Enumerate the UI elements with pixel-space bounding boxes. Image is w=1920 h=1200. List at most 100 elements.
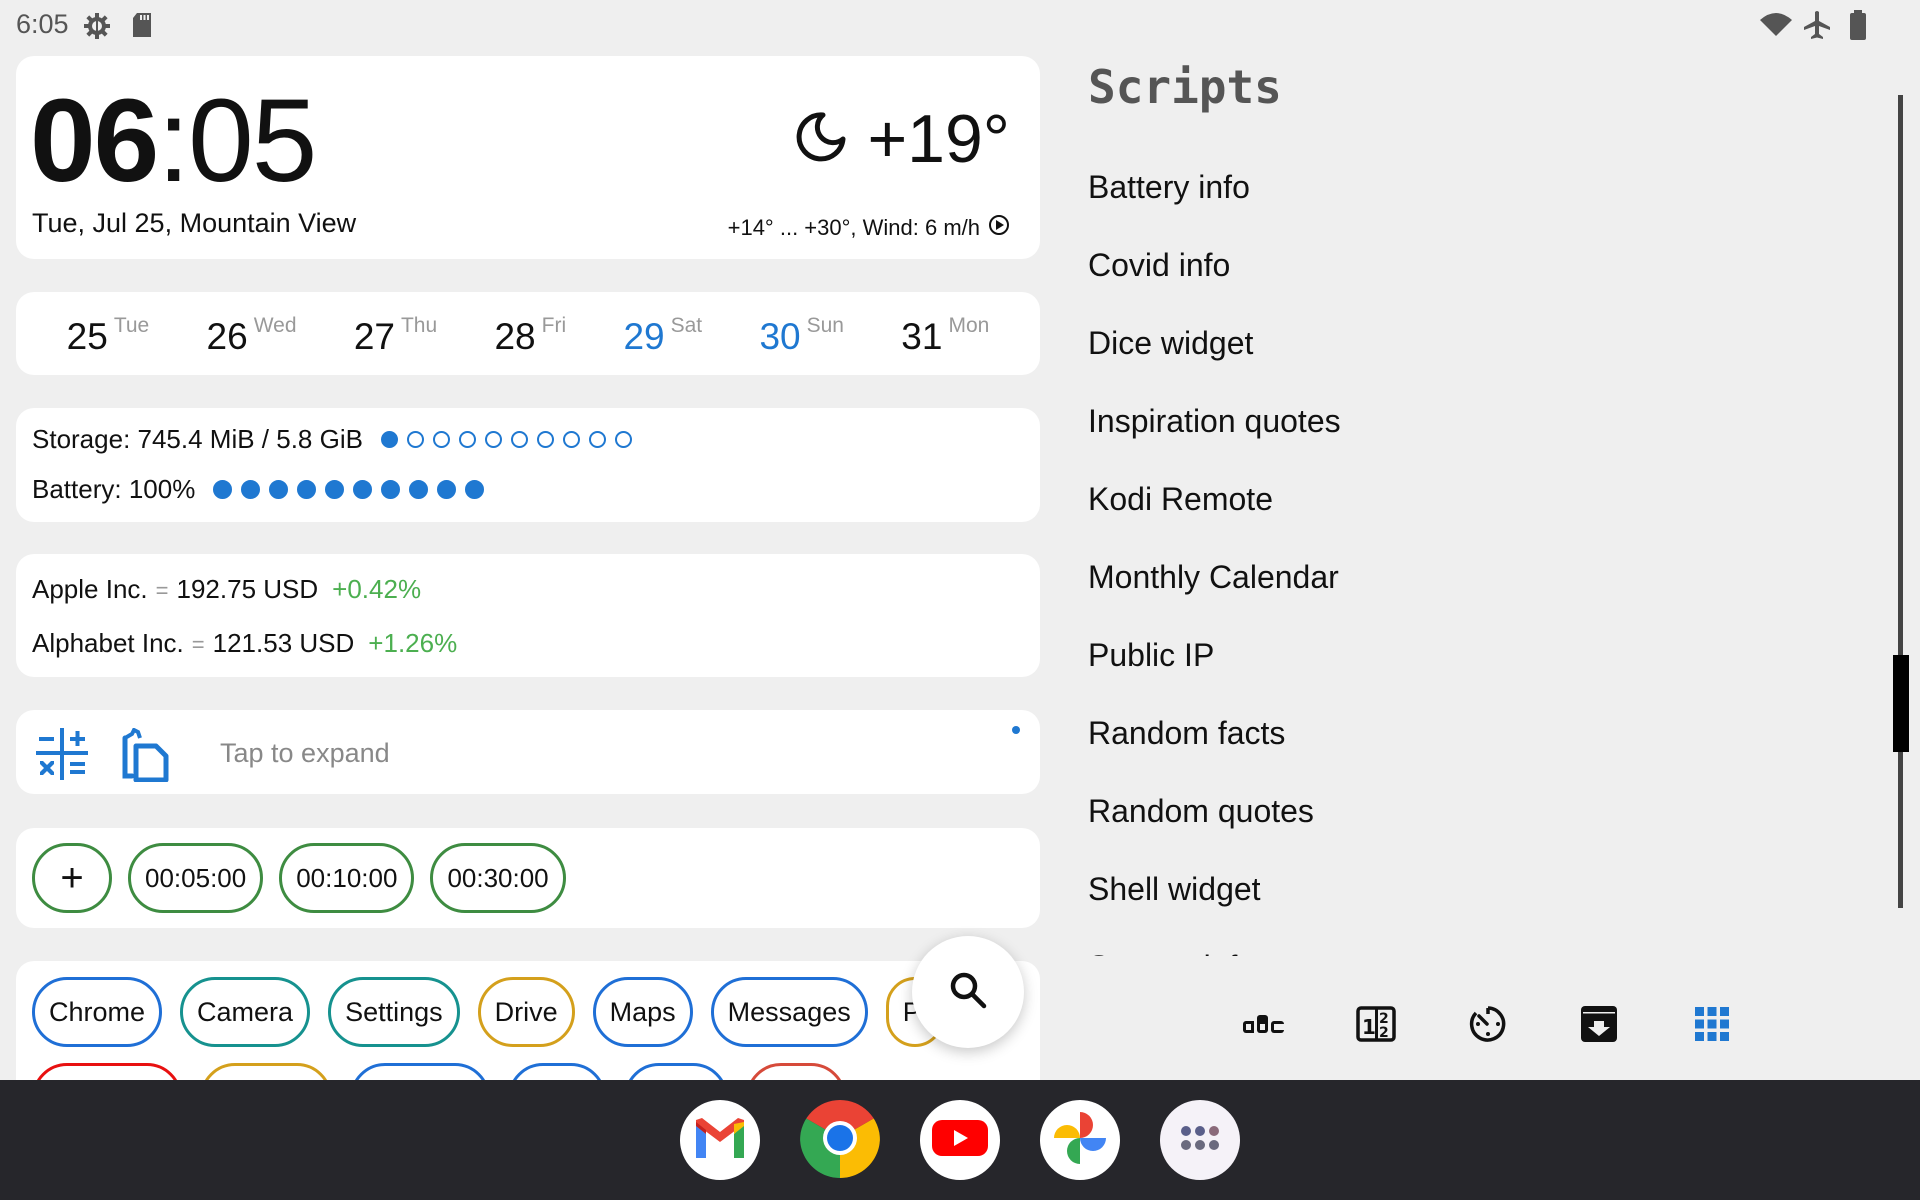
- timers-widget: + 00:05:00 00:10:00 00:30:00: [16, 828, 1040, 928]
- svg-text:2: 2: [1379, 1025, 1389, 1041]
- storage-dot: [432, 431, 450, 448]
- photos-icon: [1050, 1108, 1110, 1173]
- script-item[interactable]: Dice widget: [1088, 304, 1868, 382]
- script-item[interactable]: Covid info: [1088, 226, 1868, 304]
- stock-name: Apple Inc.: [32, 574, 148, 604]
- scrollbar-thumb[interactable]: [1893, 655, 1909, 752]
- search-icon: [948, 970, 988, 1015]
- script-item[interactable]: Random quotes: [1088, 772, 1868, 850]
- stock-price: 121.53 USD: [212, 628, 355, 658]
- battery-label: Battery: 100%: [32, 474, 196, 504]
- clipboard-icon[interactable]: [118, 727, 172, 787]
- storage-row: Storage: 745.4 MiB / 5.8 GiB: [32, 424, 632, 455]
- add-timer-button[interactable]: +: [32, 843, 112, 913]
- calendar-day-number: 31: [901, 316, 943, 357]
- dock-youtube[interactable]: [920, 1100, 1000, 1180]
- archive-icon[interactable]: [1574, 1000, 1624, 1048]
- gmail-icon: [692, 1116, 748, 1165]
- apps-grid-icon[interactable]: [1687, 1000, 1737, 1048]
- script-item[interactable]: Battery info: [1088, 148, 1868, 226]
- storage-dot: [510, 431, 528, 448]
- storage-dot: [406, 431, 424, 448]
- script-item[interactable]: Kodi Remote: [1088, 460, 1868, 538]
- timer-icon[interactable]: [1463, 1000, 1513, 1048]
- calendar-day[interactable]: 28 Fri: [494, 312, 566, 362]
- system-monitor-widget[interactable]: Storage: 745.4 MiB / 5.8 GiB Battery: 10…: [16, 408, 1040, 522]
- stock-change: +1.26%: [368, 628, 458, 658]
- dock-gmail[interactable]: [680, 1100, 760, 1180]
- script-item[interactable]: System info: [1088, 928, 1868, 957]
- scrollbar-track[interactable]: [1898, 95, 1903, 908]
- dock-chrome[interactable]: [800, 1100, 880, 1180]
- calendar-day[interactable]: 25 Tue: [67, 312, 150, 362]
- battery-dot: [465, 480, 485, 499]
- weather-forecast: +14° ... +30°, Wind: 6 m/h: [728, 214, 1010, 242]
- abc-icon[interactable]: [1239, 1000, 1289, 1048]
- storage-dot: [536, 431, 554, 448]
- app-shortcut-maps[interactable]: Maps: [592, 977, 693, 1047]
- calendar-day-number: 28: [494, 316, 536, 357]
- dock: [0, 1080, 1920, 1200]
- date-location[interactable]: Tue, Jul 25, Mountain View: [32, 208, 356, 239]
- script-item[interactable]: Shell widget: [1088, 850, 1868, 928]
- calendar-day-number: 26: [206, 316, 248, 357]
- clock-time[interactable]: 06:05: [30, 82, 317, 200]
- calendar-day[interactable]: 26 Wed: [207, 312, 297, 362]
- script-item[interactable]: Monthly Calendar: [1088, 538, 1868, 616]
- stock-row[interactable]: Alphabet Inc. = 121.53 USD +1.26%: [32, 628, 457, 659]
- airplane-mode-icon: [1803, 10, 1831, 45]
- timer-preset-button[interactable]: 00:10:00: [279, 843, 415, 913]
- tap-to-expand[interactable]: Tap to expand: [220, 738, 390, 769]
- calendar-day[interactable]: 27 Thu: [354, 312, 437, 362]
- calendar-day-number: 29: [623, 316, 665, 357]
- status-bar: 6:05: [0, 0, 1920, 50]
- storage-dot: [614, 431, 632, 448]
- week-days: 25 Tue 26 Wed 27 Thu 28 Fri 29 Sat 30 Sun 31 Mon: [16, 292, 1040, 375]
- calculator-icon[interactable]: [36, 728, 88, 785]
- timer-list: + 00:05:00 00:10:00 00:30:00: [32, 843, 566, 913]
- calendar-day-number: 30: [759, 316, 801, 357]
- calendar-day[interactable]: 29 Sat: [623, 312, 702, 362]
- calendar-day-number: 25: [66, 316, 108, 357]
- scripts-list[interactable]: Battery info Covid info Dice widget Inspira…: [1088, 148, 1868, 957]
- calendar-day[interactable]: 31 Mon: [901, 312, 989, 362]
- moon-icon: [793, 109, 849, 170]
- search-button[interactable]: [912, 936, 1024, 1048]
- stock-change: +0.42%: [332, 574, 422, 604]
- indicator-dot: [1012, 726, 1020, 734]
- dock-photos[interactable]: [1040, 1100, 1120, 1180]
- apps-row: ChromeCameraSettingsDriveMapsMessagesPl: [32, 977, 944, 1047]
- battery-dot: [437, 480, 457, 499]
- app-shortcut-chrome[interactable]: Chrome: [32, 977, 163, 1047]
- calendar-day-weekday: Sun: [806, 314, 844, 337]
- battery-dot: [241, 480, 261, 499]
- timer-preset-button[interactable]: 00:05:00: [128, 843, 264, 913]
- clock-weather-widget[interactable]: 06:05 Tue, Jul 25, Mountain View +19° +1…: [16, 56, 1040, 259]
- clock-colon: :: [157, 75, 190, 207]
- scripts-title: Scripts: [1088, 60, 1282, 114]
- numbers-icon[interactable]: 122: [1351, 1000, 1401, 1048]
- calendar-day-number: 27: [353, 316, 395, 357]
- stocks-widget[interactable]: Apple Inc. = 192.75 USD +0.42% Alphabet …: [16, 554, 1040, 677]
- dock-app-drawer[interactable]: [1160, 1100, 1240, 1180]
- script-item[interactable]: Random facts: [1088, 694, 1868, 772]
- storage-dot: [458, 431, 476, 448]
- app-shortcut-messages[interactable]: Messages: [710, 977, 868, 1047]
- forecast-text: +14° ... +30°, Wind: 6 m/h: [727, 215, 980, 240]
- app-shortcut-drive[interactable]: Drive: [477, 977, 575, 1047]
- storage-label: Storage: 745.4 MiB / 5.8 GiB: [32, 424, 363, 454]
- calendar-day-weekday: Fri: [541, 314, 567, 337]
- app-shortcut-settings[interactable]: Settings: [328, 977, 460, 1047]
- script-item[interactable]: Inspiration quotes: [1088, 382, 1868, 460]
- calendar-day[interactable]: 30 Sun: [759, 312, 844, 362]
- battery-dot: [269, 480, 289, 499]
- weather-current[interactable]: +19°: [793, 104, 1010, 174]
- battery-dot: [381, 480, 401, 499]
- script-item[interactable]: Public IP: [1088, 616, 1868, 694]
- storage-dots: [380, 431, 632, 448]
- app-drawer-icon: [1180, 1125, 1220, 1156]
- timer-preset-button[interactable]: 00:30:00: [430, 843, 566, 913]
- stock-row[interactable]: Apple Inc. = 192.75 USD +0.42%: [32, 574, 421, 605]
- tools-widget[interactable]: Tap to expand: [16, 710, 1040, 794]
- app-shortcut-camera[interactable]: Camera: [180, 977, 311, 1047]
